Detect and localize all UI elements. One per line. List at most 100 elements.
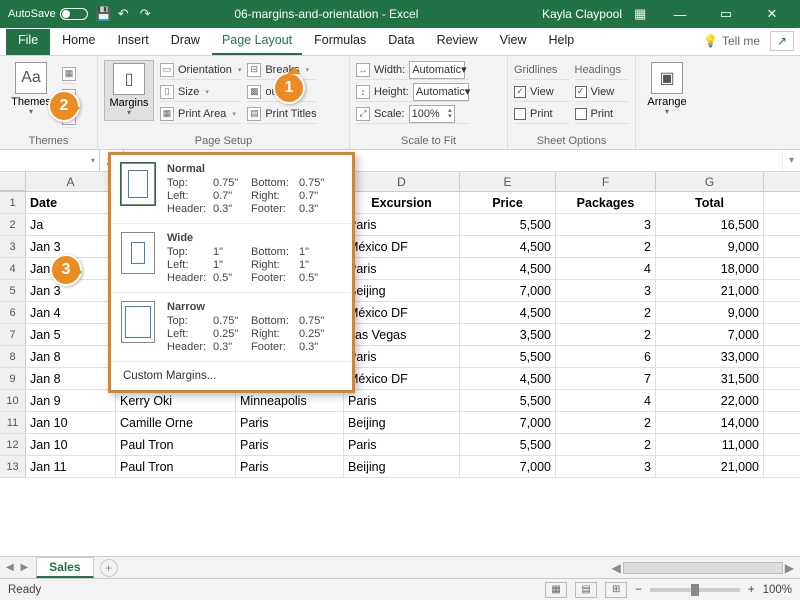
cell[interactable]: 2	[556, 434, 656, 455]
row-header[interactable]: 10	[0, 390, 26, 411]
custom-margins-button[interactable]: Custom Margins...	[111, 362, 352, 390]
cell[interactable]: 11,000	[656, 434, 764, 455]
cell[interactable]: México DF	[344, 236, 460, 257]
cell[interactable]: 4,500	[460, 258, 556, 279]
arrange-button[interactable]: ▣ Arrange	[642, 60, 692, 119]
cell[interactable]: 3,500	[460, 324, 556, 345]
cell[interactable]: Paris	[344, 390, 460, 411]
scroll-left-button[interactable]: ◀	[612, 561, 621, 575]
col-header-F[interactable]: F	[556, 172, 656, 191]
sheet-nav-buttons[interactable]: ◀ ▶	[6, 562, 30, 573]
tab-review[interactable]: Review	[427, 29, 488, 55]
cell[interactable]: Paris	[236, 434, 344, 455]
cell[interactable]: 7	[556, 368, 656, 389]
cell[interactable]: Jan 8	[26, 346, 116, 367]
scroll-right-button[interactable]: ▶	[785, 561, 794, 575]
share-button[interactable]: ↗	[770, 31, 794, 51]
close-button[interactable]: ✕	[752, 6, 792, 22]
save-icon[interactable]: 💾	[96, 6, 110, 22]
gridlines-print-check[interactable]: Print	[514, 104, 569, 124]
zoom-level[interactable]: 100%	[763, 584, 792, 596]
margins-option-normal[interactable]: Normal Top:0.75"Bottom:0.75" Left:0.7"Ri…	[111, 155, 352, 224]
undo-icon[interactable]: ↶	[118, 6, 132, 22]
name-box[interactable]: ▾	[0, 150, 100, 171]
cell[interactable]: 7,000	[460, 412, 556, 433]
cell[interactable]: Paris	[344, 346, 460, 367]
ribbon-options-icon[interactable]: ▦	[634, 6, 648, 22]
cell[interactable]: 5,500	[460, 346, 556, 367]
cell[interactable]: 9,000	[656, 302, 764, 323]
maximize-button[interactable]: ▭	[706, 6, 746, 22]
tab-insert[interactable]: Insert	[108, 29, 159, 55]
cell[interactable]: Camille Orne	[116, 412, 236, 433]
height-select[interactable]: Automatic▾	[413, 83, 469, 101]
col-header-G[interactable]: G	[656, 172, 764, 191]
cell[interactable]: Kerry Oki	[116, 390, 236, 411]
cell[interactable]: Date	[26, 192, 116, 213]
size-button[interactable]: ▯Size	[160, 82, 241, 102]
headings-view-check[interactable]: View	[575, 82, 630, 102]
cell[interactable]: 2	[556, 302, 656, 323]
cell[interactable]: 21,000	[656, 280, 764, 301]
tell-me-search[interactable]: 💡 Tell me	[703, 34, 760, 48]
cell[interactable]: 2	[556, 324, 656, 345]
gridlines-view-check[interactable]: View	[514, 82, 569, 102]
cell[interactable]: Jan 4	[26, 302, 116, 323]
cell[interactable]: Paris	[344, 434, 460, 455]
row-header[interactable]: 6	[0, 302, 26, 323]
new-sheet-button[interactable]: +	[100, 559, 118, 577]
cell[interactable]: Jan 8	[26, 368, 116, 389]
cell[interactable]: Packages	[556, 192, 656, 213]
pagebreak-view-button[interactable]: ⊞	[605, 582, 627, 598]
orientation-button[interactable]: ▭Orientation	[160, 60, 241, 80]
cell[interactable]: Total	[656, 192, 764, 213]
zoom-slider[interactable]	[650, 588, 740, 592]
cell[interactable]: 7,000	[460, 280, 556, 301]
row-header[interactable]: 5	[0, 280, 26, 301]
cell[interactable]: Beijing	[344, 280, 460, 301]
margins-button[interactable]: ▯ Margins	[104, 60, 154, 121]
cell[interactable]: México DF	[344, 368, 460, 389]
cell[interactable]: Ja	[26, 214, 116, 235]
cell[interactable]: 2	[556, 236, 656, 257]
colors-button[interactable]: ▦	[62, 64, 76, 84]
tab-data[interactable]: Data	[378, 29, 424, 55]
cell[interactable]: 33,000	[656, 346, 764, 367]
pagelayout-view-button[interactable]: ▤	[575, 582, 597, 598]
headings-print-check[interactable]: Print	[575, 104, 630, 124]
tab-draw[interactable]: Draw	[161, 29, 210, 55]
row-header[interactable]: 11	[0, 412, 26, 433]
cell[interactable]: 3	[556, 456, 656, 477]
cell[interactable]: 14,000	[656, 412, 764, 433]
printtitles-button[interactable]: ▤Print Titles	[247, 104, 316, 124]
redo-icon[interactable]: ↷	[140, 6, 154, 22]
cell[interactable]: Price	[460, 192, 556, 213]
zoom-in-button[interactable]: +	[748, 584, 755, 596]
normal-view-button[interactable]: ▦	[545, 582, 567, 598]
cell[interactable]: Paris	[344, 258, 460, 279]
cell[interactable]: Paul Tron	[116, 456, 236, 477]
cell[interactable]: 4	[556, 258, 656, 279]
cell[interactable]: Jan 11	[26, 456, 116, 477]
cell[interactable]: 7,000	[460, 456, 556, 477]
cell[interactable]: Paris	[236, 456, 344, 477]
col-header-A[interactable]: A	[26, 172, 116, 191]
cell[interactable]: 4	[556, 390, 656, 411]
cell[interactable]: 9,000	[656, 236, 764, 257]
cell[interactable]: 31,500	[656, 368, 764, 389]
cell[interactable]: Jan 10	[26, 412, 116, 433]
cell[interactable]: Paris	[236, 412, 344, 433]
row-header[interactable]: 7	[0, 324, 26, 345]
sheet-tab-sales[interactable]: Sales	[36, 557, 93, 578]
cell[interactable]: 4,500	[460, 302, 556, 323]
cell[interactable]: 18,000	[656, 258, 764, 279]
cell[interactable]: 22,000	[656, 390, 764, 411]
cell[interactable]: 16,500	[656, 214, 764, 235]
cell[interactable]: Beijing	[344, 412, 460, 433]
horizontal-scrollbar[interactable]	[623, 562, 783, 574]
tab-formulas[interactable]: Formulas	[304, 29, 376, 55]
cell[interactable]: 5,500	[460, 214, 556, 235]
cell[interactable]: Paris	[344, 214, 460, 235]
expand-formulabar-button[interactable]: ▾	[782, 150, 800, 171]
cell[interactable]: 3	[556, 280, 656, 301]
